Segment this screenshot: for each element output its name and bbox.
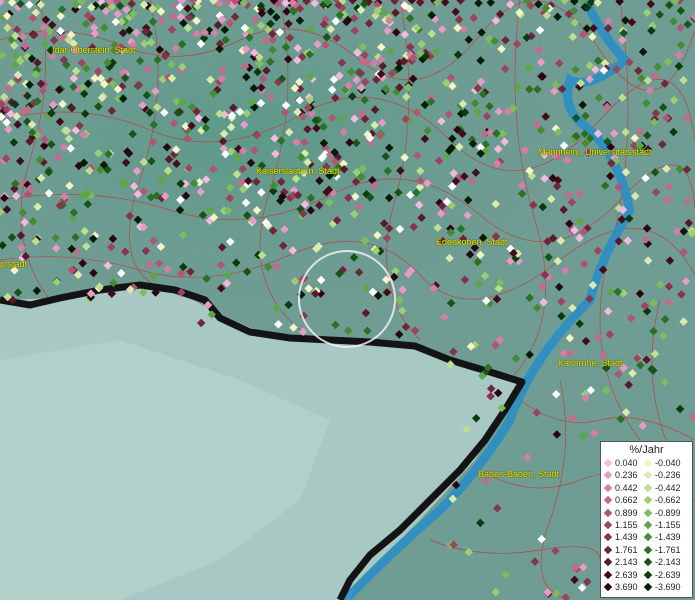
legend-title: %/Jahr — [629, 444, 664, 456]
legend-swatch — [643, 508, 653, 517]
legend-swatch — [603, 471, 613, 480]
place-label-edenkoben: Edenkoben, Stadt — [436, 237, 508, 247]
legend-value: -0.040 — [655, 458, 681, 468]
legend-swatch — [603, 508, 613, 517]
legend-swatch — [643, 570, 653, 579]
legend-swatch — [603, 458, 613, 468]
map-view[interactable]: Idar-Oberstein, Stadt Kaiserslautern, St… — [0, 0, 695, 600]
legend-value: -2.639 — [655, 569, 681, 580]
legend-value: 0.040 — [615, 458, 638, 468]
legend-value: 0.442 — [615, 482, 638, 493]
legend-value: -0.442 — [655, 482, 681, 493]
basemap — [0, 0, 695, 600]
legend-swatch — [643, 520, 653, 530]
legend-swatch — [603, 533, 613, 542]
legend-swatch — [643, 458, 653, 468]
legend-value: 0.662 — [615, 495, 638, 506]
place-label-truncated: ptstadt — [0, 259, 28, 269]
legend-swatch — [643, 582, 653, 592]
place-label-kaiserslautern: Kaiserslautern, Stadt — [256, 166, 340, 176]
place-label-idar-oberstein: Idar-Oberstein, Stadt — [52, 45, 136, 55]
place-label-karlsruhe: Karlsruhe, Stadt — [558, 358, 623, 368]
place-label-mannheim: Mannheim, Universitätsstadt — [538, 147, 652, 157]
legend-swatch — [643, 483, 653, 493]
legend-value: -0.899 — [655, 507, 681, 518]
legend-swatch — [603, 545, 613, 555]
legend-value: 2.639 — [615, 569, 638, 580]
legend-swatch — [603, 495, 613, 505]
legend-value: -1.761 — [655, 544, 681, 555]
legend-value: -3.690 — [655, 582, 681, 592]
legend-value: 0.236 — [615, 470, 638, 481]
legend-value: 3.690 — [615, 582, 638, 592]
legend-value: 1.439 — [615, 532, 638, 543]
legend-swatch — [603, 520, 613, 530]
legend-swatch — [603, 582, 613, 592]
legend-swatch — [643, 495, 653, 505]
legend-value: -0.236 — [655, 470, 681, 481]
legend: %/Jahr 0.040 0.236 0.442 0.662 0.899 1.155 1.4… — [600, 441, 693, 598]
legend-swatch — [643, 533, 653, 542]
legend-swatch — [643, 557, 653, 567]
legend-swatch — [603, 483, 613, 493]
legend-value: -2.143 — [655, 557, 681, 568]
legend-swatch — [643, 545, 653, 555]
legend-value: 1.155 — [615, 520, 638, 530]
legend-value: 1.761 — [615, 544, 638, 555]
legend-value: -0.662 — [655, 495, 681, 506]
legend-swatch — [603, 557, 613, 567]
legend-swatch — [603, 570, 613, 579]
legend-value: 2.143 — [615, 557, 638, 568]
legend-swatch — [643, 471, 653, 480]
legend-value: -1.155 — [655, 520, 681, 530]
place-label-baden-baden: Baden-Baden, Stadt — [478, 469, 560, 479]
legend-value: 0.899 — [615, 507, 638, 518]
legend-value: -1.439 — [655, 532, 681, 543]
